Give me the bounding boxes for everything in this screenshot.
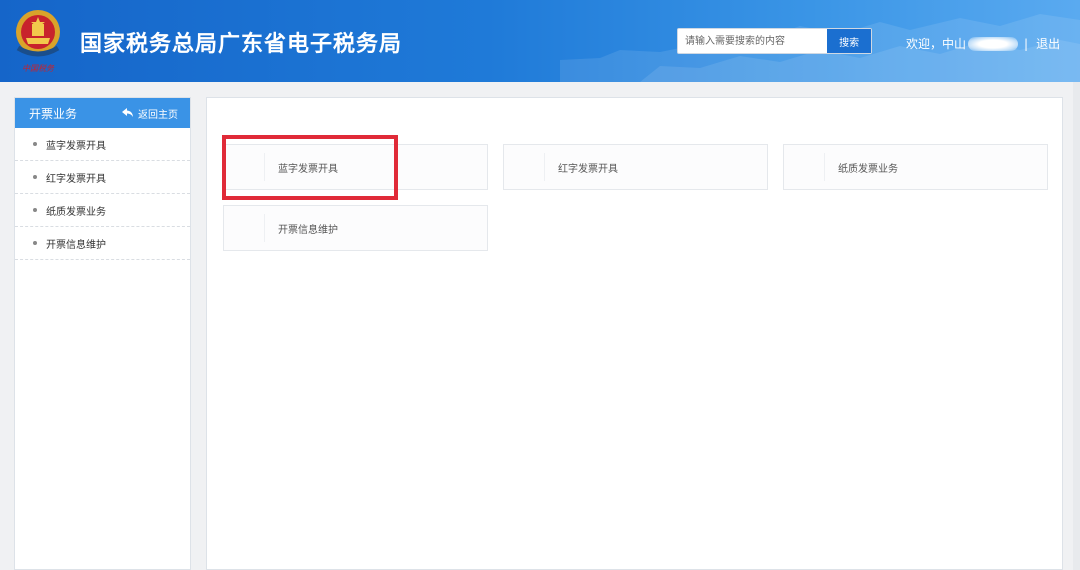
bullet-icon [33,142,37,146]
logo-text: 中国税务 [22,64,55,73]
back-home-label: 返回主页 [138,109,178,121]
card-blue-invoice[interactable]: 蓝字发票开具 [223,144,488,190]
card-label: 纸质发票业务 [838,163,898,175]
card-red-invoice[interactable]: 红字发票开具 [503,144,768,190]
sidebar-item-paper-invoice[interactable]: 纸质发票业务 [15,194,190,227]
sidebar-header: 开票业务 返回主页 [15,98,190,128]
card-label: 开票信息维护 [278,224,338,236]
sidebar-item-label: 开票信息维护 [46,239,106,251]
welcome-text: 欢迎，中山 [906,37,967,51]
sidebar-item-invoice-info[interactable]: 开票信息维护 [15,227,190,260]
sidebar-item-label: 纸质发票业务 [46,206,106,218]
card-label: 蓝字发票开具 [278,163,338,175]
sidebar-item-label: 红字发票开具 [46,173,106,185]
sidebar: 开票业务 返回主页 蓝字发票开具 红字发票开具 纸质发票业务 开票信息维护 [14,97,191,570]
back-home-button[interactable]: 返回主页 [122,106,178,121]
card-invoice-info[interactable]: 开票信息维护 [223,205,488,251]
bullet-icon [33,175,37,179]
site-title: 国家税务总局广东省电子税务局 [80,32,403,57]
sidebar-title: 开票业务 [29,106,78,121]
redacted-username [968,36,1019,51]
bullet-icon [33,241,37,245]
top-header: 中国税务 国家税务总局广东省电子税务局 搜索 欢迎，中山 | 退出 [0,0,1080,82]
scrollbar-track[interactable] [1073,82,1080,570]
sidebar-item-blue-invoice[interactable]: 蓝字发票开具 [15,128,190,161]
sidebar-item-label: 蓝字发票开具 [46,140,106,152]
user-welcome: 欢迎，中山 | 退出 [906,35,1060,52]
logout-link[interactable]: 退出 [1036,35,1060,52]
back-arrow-icon [122,108,133,117]
search-input[interactable] [678,29,828,53]
main-panel: 蓝字发票开具 红字发票开具 纸质发票业务 开票信息维护 [206,97,1063,570]
tax-emblem-logo[interactable]: 中国税务 [12,8,64,74]
search-box: 搜索 [677,28,872,54]
search-button[interactable]: 搜索 [827,29,871,53]
sidebar-item-red-invoice[interactable]: 红字发票开具 [15,161,190,194]
card-paper-invoice[interactable]: 纸质发票业务 [783,144,1048,190]
separator: | [1024,36,1029,51]
card-label: 红字发票开具 [558,163,618,175]
bullet-icon [33,208,37,212]
